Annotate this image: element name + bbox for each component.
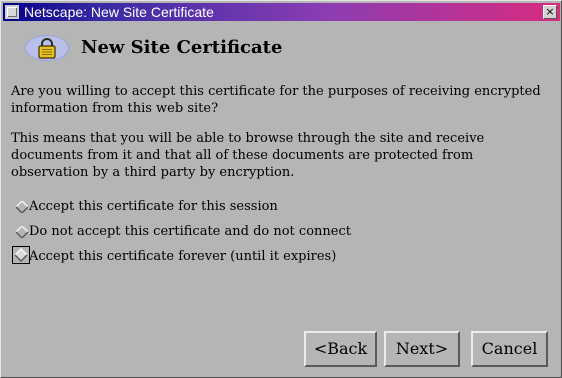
radio-accept-session[interactable]: Accept this certificate for this session — [15, 197, 535, 217]
window-title: Netscape: New Site Certificate — [24, 4, 214, 20]
radio-diamond-icon[interactable] — [16, 201, 28, 213]
radio-do-not-accept[interactable]: Do not accept this certificate and do no… — [15, 222, 535, 242]
question-text: Are you willing to accept this certifica… — [11, 84, 541, 116]
radio-diamond-selected-icon[interactable] — [12, 246, 30, 264]
radio-diamond-icon[interactable] — [16, 226, 28, 238]
radio-label[interactable]: Do not accept this certificate and do no… — [29, 223, 351, 240]
radio-label[interactable]: Accept this certificate forever (until i… — [29, 248, 336, 265]
dialog-header: New Site Certificate — [25, 29, 525, 63]
window-titlebar[interactable]: Netscape: New Site Certificate × — [3, 3, 560, 21]
back-button[interactable]: <Back — [304, 331, 377, 367]
padlock-icon — [25, 35, 69, 61]
window-menu-icon[interactable] — [5, 5, 19, 19]
radio-accept-forever[interactable]: Accept this certificate forever (until i… — [12, 246, 535, 267]
dialog-heading: New Site Certificate — [81, 37, 283, 58]
explanation-text: This means that you will be able to brow… — [11, 131, 485, 180]
cancel-button[interactable]: Cancel — [471, 331, 548, 367]
radio-label[interactable]: Accept this certificate for this session — [29, 198, 278, 215]
next-button[interactable]: Next> — [384, 331, 460, 367]
close-button[interactable]: × — [543, 5, 557, 19]
padlock-icon-graphic — [38, 38, 56, 59]
dialog-window: Netscape: New Site Certificate × New Sit… — [0, 0, 562, 378]
